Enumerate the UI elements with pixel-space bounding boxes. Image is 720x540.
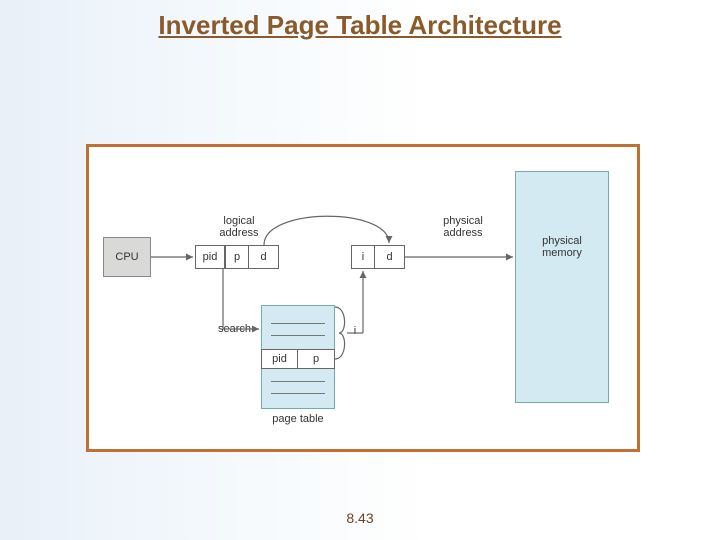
diagram: CPU pid p d i d physical memory pid p lo…	[89, 147, 637, 449]
physical-memory-label: physical memory	[525, 235, 599, 259]
logical-pid-cell: pid	[195, 245, 225, 269]
physical-i-cell: i	[351, 245, 375, 269]
i-label: i	[349, 325, 361, 337]
logical-p-cell: p	[225, 245, 249, 269]
physical-address-label: physical address	[423, 215, 503, 239]
physical-d-cell: d	[375, 245, 405, 269]
physical-memory-box	[515, 171, 609, 403]
logical-d-cell: d	[249, 245, 279, 269]
slide-title: Inverted Page Table Architecture	[0, 10, 720, 41]
diagram-frame: CPU pid p d i d physical memory pid p lo…	[86, 144, 640, 452]
page-table-row-line	[271, 381, 325, 382]
page-table-p-cell: p	[298, 349, 335, 369]
logical-address-label: logical address	[199, 215, 279, 239]
page-table-pid-cell: pid	[261, 349, 298, 369]
slide-number: 8.43	[0, 510, 720, 526]
search-label: search	[205, 323, 251, 335]
page-table-row-line	[271, 335, 325, 336]
page-table-row-line	[271, 323, 325, 324]
cpu-box: CPU	[103, 237, 151, 277]
page-table-row-line	[271, 393, 325, 394]
slide: Inverted Page Table Architecture CPU pid…	[0, 0, 720, 540]
page-table-label: page table	[263, 413, 333, 425]
